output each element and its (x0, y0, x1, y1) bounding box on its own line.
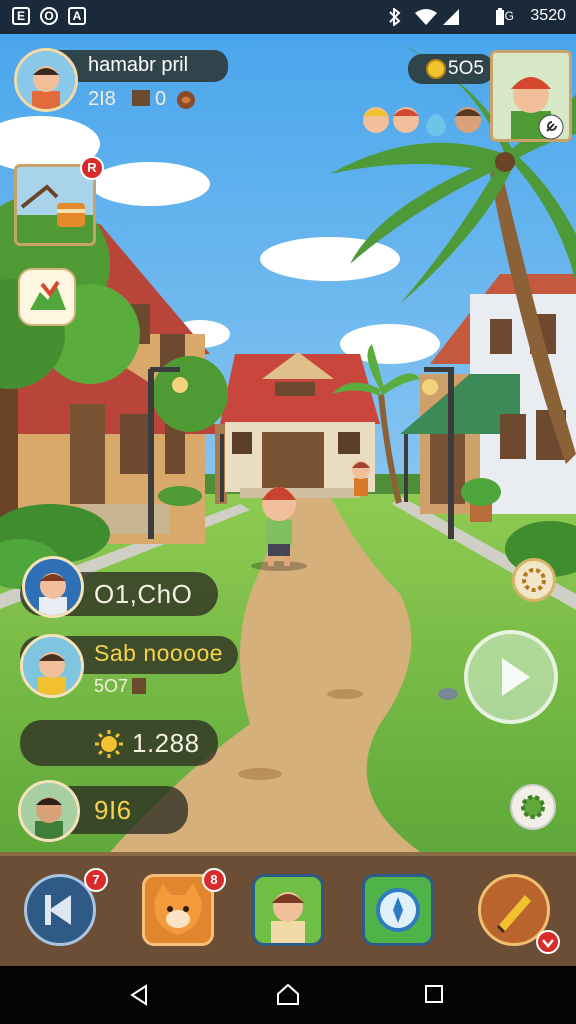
status-bar: E O A 3G 3520 (0, 0, 576, 34)
rewind-icon (45, 895, 71, 925)
party-members[interactable] (360, 100, 490, 142)
villager-cyan-icon (23, 637, 81, 695)
status-icon-a: A (68, 7, 86, 25)
player-stat-b: 0 (155, 88, 167, 110)
gear-icon (522, 568, 546, 592)
stat-card-3: 1.288 (20, 720, 218, 766)
villager-blue-icon (25, 559, 81, 615)
player-name: hamabr pril (88, 54, 189, 76)
bluetooth-icon (389, 8, 401, 26)
nav-home-icon[interactable] (276, 982, 300, 1006)
fox-icon (154, 883, 202, 935)
player-avatar[interactable] (14, 48, 78, 112)
stat-3-value: 1.288 (132, 728, 200, 758)
compass-button[interactable] (362, 874, 434, 946)
crate-icon (132, 90, 150, 106)
play-button[interactable] (464, 630, 558, 724)
status-icon-e: E (12, 7, 30, 25)
crate-small-icon (132, 678, 146, 694)
stat-avatar-4[interactable] (18, 780, 80, 842)
map-icon (30, 280, 66, 310)
nav-recents-icon[interactable] (424, 984, 444, 1004)
signal-icon (443, 9, 459, 25)
compass-icon (376, 888, 420, 932)
stat-2-sub: 5O7 (94, 676, 129, 696)
coin-count: 5O5 (448, 58, 484, 79)
harvest-button[interactable] (512, 558, 556, 602)
avatar-boy-icon (17, 51, 75, 109)
battery-icon (496, 8, 504, 25)
back-badge: 7 (84, 868, 108, 892)
game-scene[interactable]: hamabr pril 2I8 0 5O5 R O1,ChO Sab noooo… (0, 34, 576, 852)
status-icon-o: O (40, 7, 58, 25)
settings-icon[interactable] (538, 114, 564, 140)
character-button[interactable] (252, 874, 324, 946)
stat-2-value: Sab nooooe (94, 640, 224, 666)
stat-4-value: 9I6 (94, 795, 132, 825)
cog-icon (521, 795, 545, 819)
sun-icon (95, 730, 123, 758)
build-badge-icon (536, 930, 560, 954)
options-button[interactable] (510, 784, 556, 830)
villager-green-icon (21, 783, 77, 839)
stat-avatar-1[interactable] (22, 556, 84, 618)
clock: 3520 (530, 7, 566, 24)
bottom-action-bar: 7 8 (0, 852, 576, 966)
map-button[interactable] (18, 268, 76, 326)
android-nav-bar (0, 966, 576, 1024)
market-stall-icon (17, 184, 93, 243)
character-icon (271, 892, 305, 943)
stat-1-value: O1,ChO (94, 579, 193, 609)
npc-villager (352, 461, 370, 496)
quest-badge: R (80, 156, 104, 180)
leaf-icon (177, 91, 195, 109)
pet-badge: 8 (202, 868, 226, 892)
wifi-icon (415, 9, 437, 25)
player-stat-a: 2I8 (88, 88, 116, 110)
play-icon (502, 658, 530, 696)
coin-icon (426, 59, 446, 79)
coin-counter: 5O5 (408, 54, 494, 84)
stat-avatar-2[interactable] (20, 634, 84, 698)
nav-back-icon[interactable] (128, 984, 150, 1006)
